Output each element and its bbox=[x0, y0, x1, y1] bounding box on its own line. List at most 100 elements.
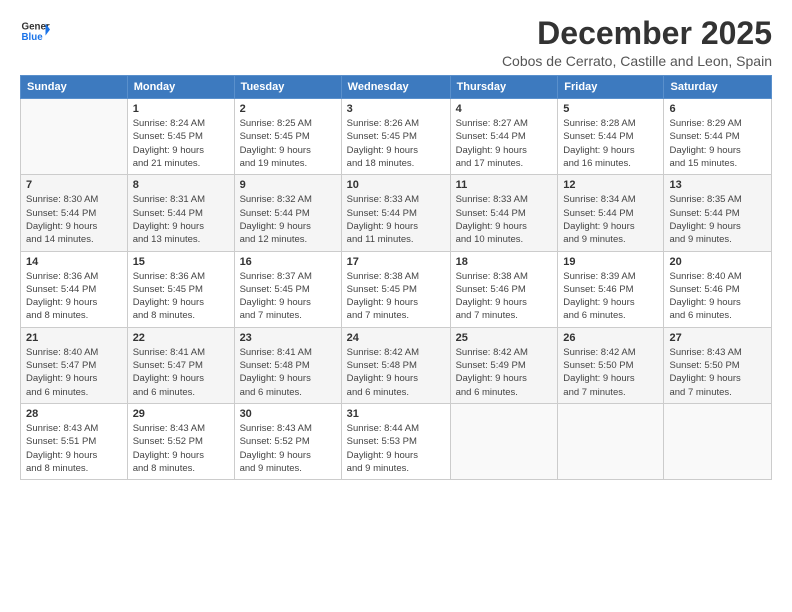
cell-day-number: 6 bbox=[669, 103, 766, 115]
page: General Blue December 2025 Cobos de Cerr… bbox=[0, 0, 792, 612]
cell-info: Sunrise: 8:43 AMSunset: 5:52 PMDaylight:… bbox=[133, 422, 229, 475]
calendar-cell: 22 Sunrise: 8:41 AMSunset: 5:47 PMDayligh… bbox=[127, 327, 234, 403]
cell-day-number: 22 bbox=[133, 332, 229, 344]
calendar-cell: 6 Sunrise: 8:29 AMSunset: 5:44 PMDaylight… bbox=[664, 99, 772, 175]
calendar-cell: 8Sunrise: 8:31 AMSunset: 5:44 PMDaylight… bbox=[127, 175, 234, 251]
calendar-cell: 16 Sunrise: 8:37 AMSunset: 5:45 PMDayligh… bbox=[234, 251, 341, 327]
calendar-cell: 28 Sunrise: 8:43 AMSunset: 5:51 PMDayligh… bbox=[21, 403, 128, 479]
main-title: December 2025 bbox=[502, 16, 772, 51]
cell-day-number: 21 bbox=[26, 332, 122, 344]
cell-info: Sunrise: 8:28 AMSunset: 5:44 PMDaylight:… bbox=[563, 117, 658, 170]
cell-day-number: 26 bbox=[563, 332, 658, 344]
calendar-cell: 30 Sunrise: 8:43 AMSunset: 5:52 PMDayligh… bbox=[234, 403, 341, 479]
week-row-3: 14Sunrise: 8:36 AMSunset: 5:44 PMDayligh… bbox=[21, 251, 772, 327]
calendar-cell: 21 Sunrise: 8:40 AMSunset: 5:47 PMDayligh… bbox=[21, 327, 128, 403]
cell-info: Sunrise: 8:38 AMSunset: 5:45 PMDaylight:… bbox=[347, 270, 445, 323]
cell-info: Sunrise: 8:40 AMSunset: 5:47 PMDaylight:… bbox=[26, 346, 122, 399]
cell-day-number: 16 bbox=[240, 256, 336, 268]
cell-info: Sunrise: 8:33 AMSunset: 5:44 PMDaylight:… bbox=[347, 193, 445, 246]
title-block: December 2025 Cobos de Cerrato, Castille… bbox=[502, 16, 772, 69]
cell-day-number: 4 bbox=[456, 103, 553, 115]
cell-day-number: 18 bbox=[456, 256, 553, 268]
col-header-monday: Monday bbox=[127, 76, 234, 99]
cell-day-number: 25 bbox=[456, 332, 553, 344]
calendar-cell: 18 Sunrise: 8:38 AMSunset: 5:46 PMDayligh… bbox=[450, 251, 558, 327]
cell-info: Sunrise: 8:26 AMSunset: 5:45 PMDaylight:… bbox=[347, 117, 445, 170]
cell-day-number: 10 bbox=[347, 179, 445, 191]
week-row-2: 7 Sunrise: 8:30 AMSunset: 5:44 PMDaylight… bbox=[21, 175, 772, 251]
col-header-sunday: Sunday bbox=[21, 76, 128, 99]
col-header-friday: Friday bbox=[558, 76, 664, 99]
calendar-cell: 15 Sunrise: 8:36 AMSunset: 5:45 PMDayligh… bbox=[127, 251, 234, 327]
cell-day-number: 17 bbox=[347, 256, 445, 268]
calendar-cell: 14Sunrise: 8:36 AMSunset: 5:44 PMDayligh… bbox=[21, 251, 128, 327]
cell-day-number: 9 bbox=[240, 179, 336, 191]
cell-day-number: 13 bbox=[669, 179, 766, 191]
week-row-4: 21 Sunrise: 8:40 AMSunset: 5:47 PMDayligh… bbox=[21, 327, 772, 403]
cell-day-number: 23 bbox=[240, 332, 336, 344]
calendar-cell: 27 Sunrise: 8:43 AMSunset: 5:50 PMDayligh… bbox=[664, 327, 772, 403]
cell-day-number: 15 bbox=[133, 256, 229, 268]
cell-day-number: 27 bbox=[669, 332, 766, 344]
header: General Blue December 2025 Cobos de Cerr… bbox=[20, 16, 772, 69]
calendar-cell: 17 Sunrise: 8:38 AMSunset: 5:45 PMDayligh… bbox=[341, 251, 450, 327]
cell-info: Sunrise: 8:34 AMSunset: 5:44 PMDaylight:… bbox=[563, 193, 658, 246]
cell-day-number: 3 bbox=[347, 103, 445, 115]
cell-info: Sunrise: 8:42 AMSunset: 5:49 PMDaylight:… bbox=[456, 346, 553, 399]
cell-info: Sunrise: 8:33 AMSunset: 5:44 PMDaylight:… bbox=[456, 193, 553, 246]
calendar-cell bbox=[664, 403, 772, 479]
calendar-cell bbox=[450, 403, 558, 479]
cell-day-number: 28 bbox=[26, 408, 122, 420]
cell-info: Sunrise: 8:36 AMSunset: 5:45 PMDaylight:… bbox=[133, 270, 229, 323]
cell-info: Sunrise: 8:43 AMSunset: 5:51 PMDaylight:… bbox=[26, 422, 122, 475]
cell-day-number: 30 bbox=[240, 408, 336, 420]
calendar-cell: 23 Sunrise: 8:41 AMSunset: 5:48 PMDayligh… bbox=[234, 327, 341, 403]
cell-info: Sunrise: 8:40 AMSunset: 5:46 PMDaylight:… bbox=[669, 270, 766, 323]
cell-day-number: 5 bbox=[563, 103, 658, 115]
calendar-cell bbox=[558, 403, 664, 479]
calendar-cell: 10 Sunrise: 8:33 AMSunset: 5:44 PMDayligh… bbox=[341, 175, 450, 251]
cell-day-number: 7 bbox=[26, 179, 122, 191]
cell-info: Sunrise: 8:41 AMSunset: 5:48 PMDaylight:… bbox=[240, 346, 336, 399]
cell-day-number: 24 bbox=[347, 332, 445, 344]
calendar-cell: 4Sunrise: 8:27 AMSunset: 5:44 PMDaylight… bbox=[450, 99, 558, 175]
calendar-cell: 3 Sunrise: 8:26 AMSunset: 5:45 PMDaylight… bbox=[341, 99, 450, 175]
cell-info: Sunrise: 8:31 AMSunset: 5:44 PMDaylight:… bbox=[133, 193, 229, 246]
calendar-cell: 2Sunrise: 8:25 AMSunset: 5:45 PMDaylight… bbox=[234, 99, 341, 175]
calendar-cell: 29Sunrise: 8:43 AMSunset: 5:52 PMDayligh… bbox=[127, 403, 234, 479]
cell-info: Sunrise: 8:38 AMSunset: 5:46 PMDaylight:… bbox=[456, 270, 553, 323]
logo: General Blue bbox=[20, 16, 50, 46]
col-header-saturday: Saturday bbox=[664, 76, 772, 99]
cell-info: Sunrise: 8:42 AMSunset: 5:50 PMDaylight:… bbox=[563, 346, 658, 399]
cell-info: Sunrise: 8:29 AMSunset: 5:44 PMDaylight:… bbox=[669, 117, 766, 170]
subtitle: Cobos de Cerrato, Castille and Leon, Spa… bbox=[502, 53, 772, 69]
cell-day-number: 1 bbox=[133, 103, 229, 115]
calendar-cell: 1 Sunrise: 8:24 AMSunset: 5:45 PMDaylight… bbox=[127, 99, 234, 175]
cell-info: Sunrise: 8:37 AMSunset: 5:45 PMDaylight:… bbox=[240, 270, 336, 323]
svg-text:Blue: Blue bbox=[22, 32, 44, 43]
cell-info: Sunrise: 8:43 AMSunset: 5:50 PMDaylight:… bbox=[669, 346, 766, 399]
cell-info: Sunrise: 8:39 AMSunset: 5:46 PMDaylight:… bbox=[563, 270, 658, 323]
cell-info: Sunrise: 8:24 AMSunset: 5:45 PMDaylight:… bbox=[133, 117, 229, 170]
col-header-thursday: Thursday bbox=[450, 76, 558, 99]
calendar-cell: 19 Sunrise: 8:39 AMSunset: 5:46 PMDayligh… bbox=[558, 251, 664, 327]
cell-info: Sunrise: 8:41 AMSunset: 5:47 PMDaylight:… bbox=[133, 346, 229, 399]
cell-day-number: 11 bbox=[456, 179, 553, 191]
calendar-cell: 11 Sunrise: 8:33 AMSunset: 5:44 PMDayligh… bbox=[450, 175, 558, 251]
cell-info: Sunrise: 8:32 AMSunset: 5:44 PMDaylight:… bbox=[240, 193, 336, 246]
cell-info: Sunrise: 8:44 AMSunset: 5:53 PMDaylight:… bbox=[347, 422, 445, 475]
cell-info: Sunrise: 8:35 AMSunset: 5:44 PMDaylight:… bbox=[669, 193, 766, 246]
cell-day-number: 19 bbox=[563, 256, 658, 268]
calendar-cell: 31 Sunrise: 8:44 AMSunset: 5:53 PMDayligh… bbox=[341, 403, 450, 479]
cell-info: Sunrise: 8:42 AMSunset: 5:48 PMDaylight:… bbox=[347, 346, 445, 399]
cell-day-number: 14 bbox=[26, 256, 122, 268]
calendar-cell: 26 Sunrise: 8:42 AMSunset: 5:50 PMDayligh… bbox=[558, 327, 664, 403]
week-row-5: 28 Sunrise: 8:43 AMSunset: 5:51 PMDayligh… bbox=[21, 403, 772, 479]
cell-day-number: 2 bbox=[240, 103, 336, 115]
calendar-cell: 5 Sunrise: 8:28 AMSunset: 5:44 PMDaylight… bbox=[558, 99, 664, 175]
cell-day-number: 31 bbox=[347, 408, 445, 420]
cell-info: Sunrise: 8:43 AMSunset: 5:52 PMDaylight:… bbox=[240, 422, 336, 475]
calendar-cell bbox=[21, 99, 128, 175]
calendar-cell: 20Sunrise: 8:40 AMSunset: 5:46 PMDayligh… bbox=[664, 251, 772, 327]
cell-info: Sunrise: 8:30 AMSunset: 5:44 PMDaylight:… bbox=[26, 193, 122, 246]
